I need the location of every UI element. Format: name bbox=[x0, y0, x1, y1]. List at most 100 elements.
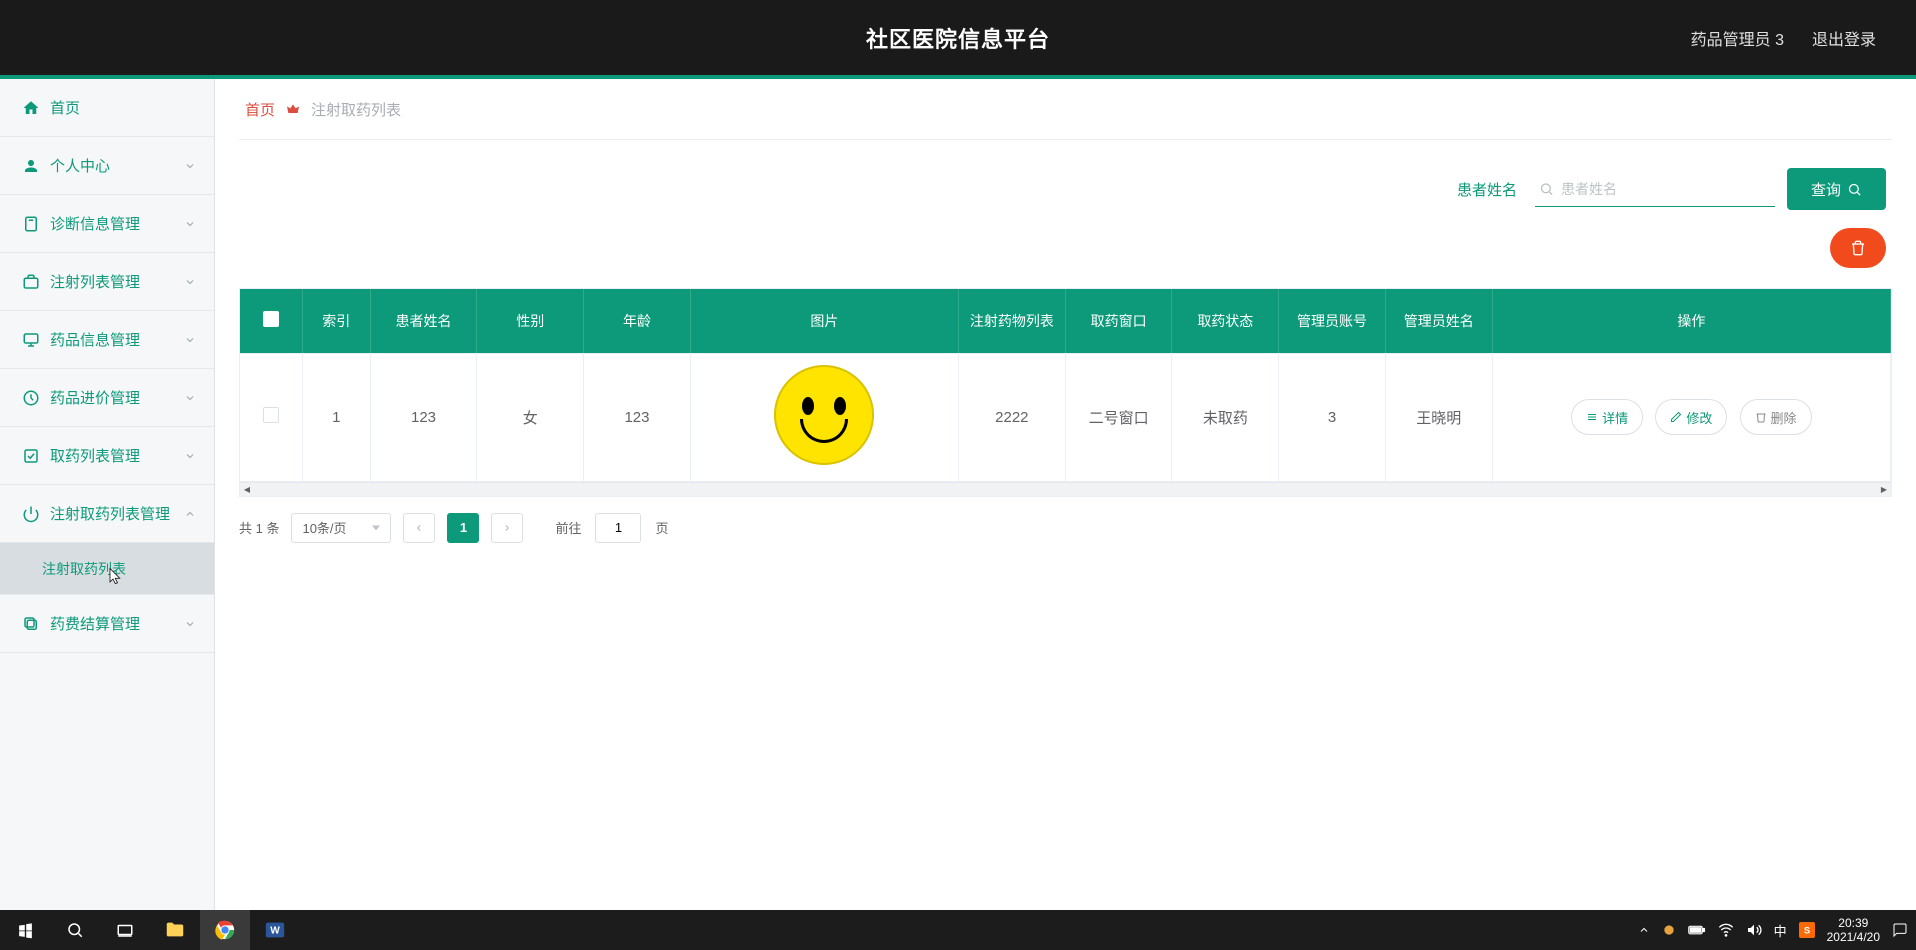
search-icon bbox=[1539, 181, 1554, 196]
sidebar-item-home[interactable]: 首页 bbox=[0, 79, 214, 137]
goto-page-input[interactable] bbox=[595, 513, 641, 543]
tray-wifi-icon[interactable] bbox=[1718, 922, 1734, 938]
batch-delete-button[interactable] bbox=[1830, 228, 1886, 268]
scroll-right-arrow[interactable]: ▶ bbox=[1877, 483, 1891, 497]
layers-icon bbox=[22, 615, 40, 633]
folder-icon bbox=[164, 919, 186, 941]
chevron-right-icon bbox=[502, 523, 512, 533]
current-user[interactable]: 药品管理员 3 bbox=[1691, 26, 1784, 50]
smiley-image bbox=[774, 365, 874, 465]
horizontal-scrollbar[interactable]: ◀ ▶ bbox=[240, 482, 1891, 496]
chrome-icon bbox=[214, 919, 236, 941]
power-icon bbox=[22, 505, 40, 523]
tray-clock[interactable]: 20:39 2021/4/20 bbox=[1827, 916, 1880, 945]
list-icon bbox=[1586, 411, 1598, 423]
trash-icon bbox=[1755, 411, 1767, 423]
cell-index: 1 bbox=[302, 353, 370, 481]
next-page-button[interactable] bbox=[491, 513, 523, 543]
prev-page-button[interactable] bbox=[403, 513, 435, 543]
sidebar-subitem-label: 注射取药列表 bbox=[42, 559, 126, 579]
chevron-left-icon bbox=[414, 523, 424, 533]
pagination-total: 共 1 条 bbox=[239, 518, 279, 537]
tray-app-icon[interactable] bbox=[1662, 923, 1676, 937]
home-icon bbox=[22, 99, 40, 117]
select-all-checkbox[interactable] bbox=[263, 311, 279, 327]
table-header: 管理员姓名 bbox=[1385, 289, 1492, 353]
cell-admin-id: 3 bbox=[1279, 353, 1386, 481]
table-header: 注射药物列表 bbox=[958, 289, 1065, 353]
delete-button[interactable]: 删除 bbox=[1740, 399, 1812, 435]
taskbar-chrome[interactable] bbox=[200, 910, 250, 950]
cell-image bbox=[690, 353, 958, 481]
clock-icon bbox=[22, 389, 40, 407]
filter-label: 患者姓名 bbox=[1457, 179, 1517, 200]
cell-meds-list: 2222 bbox=[958, 353, 1065, 481]
windows-icon bbox=[17, 922, 34, 939]
query-button[interactable]: 查询 bbox=[1787, 168, 1886, 210]
svg-text:S: S bbox=[1803, 925, 1809, 935]
clipboard-icon bbox=[22, 215, 40, 233]
start-button[interactable] bbox=[0, 910, 50, 950]
detail-button[interactable]: 详情 bbox=[1571, 399, 1643, 435]
cell-admin-name: 王晓明 bbox=[1385, 353, 1492, 481]
svg-text:W: W bbox=[270, 926, 280, 937]
table-header: 索引 bbox=[302, 289, 370, 353]
edit-button[interactable]: 修改 bbox=[1655, 399, 1727, 435]
table-header: 性别 bbox=[477, 289, 584, 353]
goto-suffix: 页 bbox=[655, 518, 668, 537]
breadcrumb-current: 注射取药列表 bbox=[311, 99, 401, 120]
briefcase-icon bbox=[22, 273, 40, 291]
sidebar-item-label: 个人中心 bbox=[50, 155, 110, 176]
trash-icon bbox=[1850, 240, 1866, 256]
pagination: 共 1 条 10条/页 1 前往 页 bbox=[239, 513, 1892, 543]
sidebar-item-price[interactable]: 药品进价管理 bbox=[0, 369, 214, 427]
tray-battery-icon[interactable] bbox=[1688, 923, 1706, 937]
taskbar-word[interactable]: W bbox=[250, 910, 300, 950]
sidebar-item-diagnosis[interactable]: 诊断信息管理 bbox=[0, 195, 214, 253]
tray-notifications-icon[interactable] bbox=[1892, 922, 1908, 938]
table-header: 取药状态 bbox=[1172, 289, 1279, 353]
sidebar-subitem-injection-pickup-list[interactable]: 注射取药列表 bbox=[0, 543, 214, 595]
user-icon bbox=[22, 157, 40, 175]
filter-bar: 患者姓名 查询 bbox=[239, 168, 1892, 228]
sidebar: 首页 个人中心 诊断信息管理 注射列表管理 bbox=[0, 79, 215, 910]
page-number-button[interactable]: 1 bbox=[447, 513, 479, 543]
chevron-down-icon bbox=[184, 334, 196, 346]
tray-chevron-up-icon[interactable] bbox=[1638, 924, 1650, 936]
table-header: 图片 bbox=[690, 289, 958, 353]
patient-name-input[interactable] bbox=[1535, 172, 1775, 206]
app-header: 社区医院信息平台 药品管理员 3 退出登录 bbox=[0, 0, 1916, 79]
chevron-down-icon bbox=[184, 160, 196, 172]
sidebar-item-label: 诊断信息管理 bbox=[50, 213, 140, 234]
row-checkbox[interactable] bbox=[263, 407, 279, 423]
edit-icon bbox=[1670, 411, 1682, 423]
query-button-label: 查询 bbox=[1811, 179, 1841, 200]
table-header: 患者姓名 bbox=[370, 289, 477, 353]
cell-window: 二号窗口 bbox=[1065, 353, 1172, 481]
sidebar-item-injection-pickup[interactable]: 注射取药列表管理 bbox=[0, 485, 214, 543]
taskbar-explorer[interactable] bbox=[150, 910, 200, 950]
search-button[interactable] bbox=[50, 910, 100, 950]
scroll-left-arrow[interactable]: ◀ bbox=[240, 483, 254, 497]
breadcrumb: 首页 注射取药列表 bbox=[215, 79, 1916, 139]
sidebar-item-pickup[interactable]: 取药列表管理 bbox=[0, 427, 214, 485]
table-row: 1 123 女 123 2222 二号窗口 bbox=[240, 353, 1891, 481]
sidebar-item-fee[interactable]: 药费结算管理 bbox=[0, 595, 214, 653]
task-view-button[interactable] bbox=[100, 910, 150, 950]
tray-volume-icon[interactable] bbox=[1746, 922, 1762, 938]
breadcrumb-home[interactable]: 首页 bbox=[245, 99, 275, 120]
cell-gender: 女 bbox=[477, 353, 584, 481]
logout-link[interactable]: 退出登录 bbox=[1812, 26, 1876, 50]
chevron-down-icon bbox=[184, 450, 196, 462]
sidebar-item-injection[interactable]: 注射列表管理 bbox=[0, 253, 214, 311]
page-size-select[interactable]: 10条/页 bbox=[291, 513, 391, 543]
word-icon: W bbox=[264, 919, 286, 941]
table-header: 年龄 bbox=[584, 289, 691, 353]
sidebar-item-drugs[interactable]: 药品信息管理 bbox=[0, 311, 214, 369]
chevron-down-icon bbox=[184, 276, 196, 288]
chevron-up-icon bbox=[184, 508, 196, 520]
sidebar-item-personal[interactable]: 个人中心 bbox=[0, 137, 214, 195]
tray-sogou-icon[interactable]: S bbox=[1799, 922, 1815, 938]
sidebar-item-label: 首页 bbox=[50, 97, 80, 118]
tray-ime[interactable]: 中 bbox=[1774, 921, 1787, 940]
